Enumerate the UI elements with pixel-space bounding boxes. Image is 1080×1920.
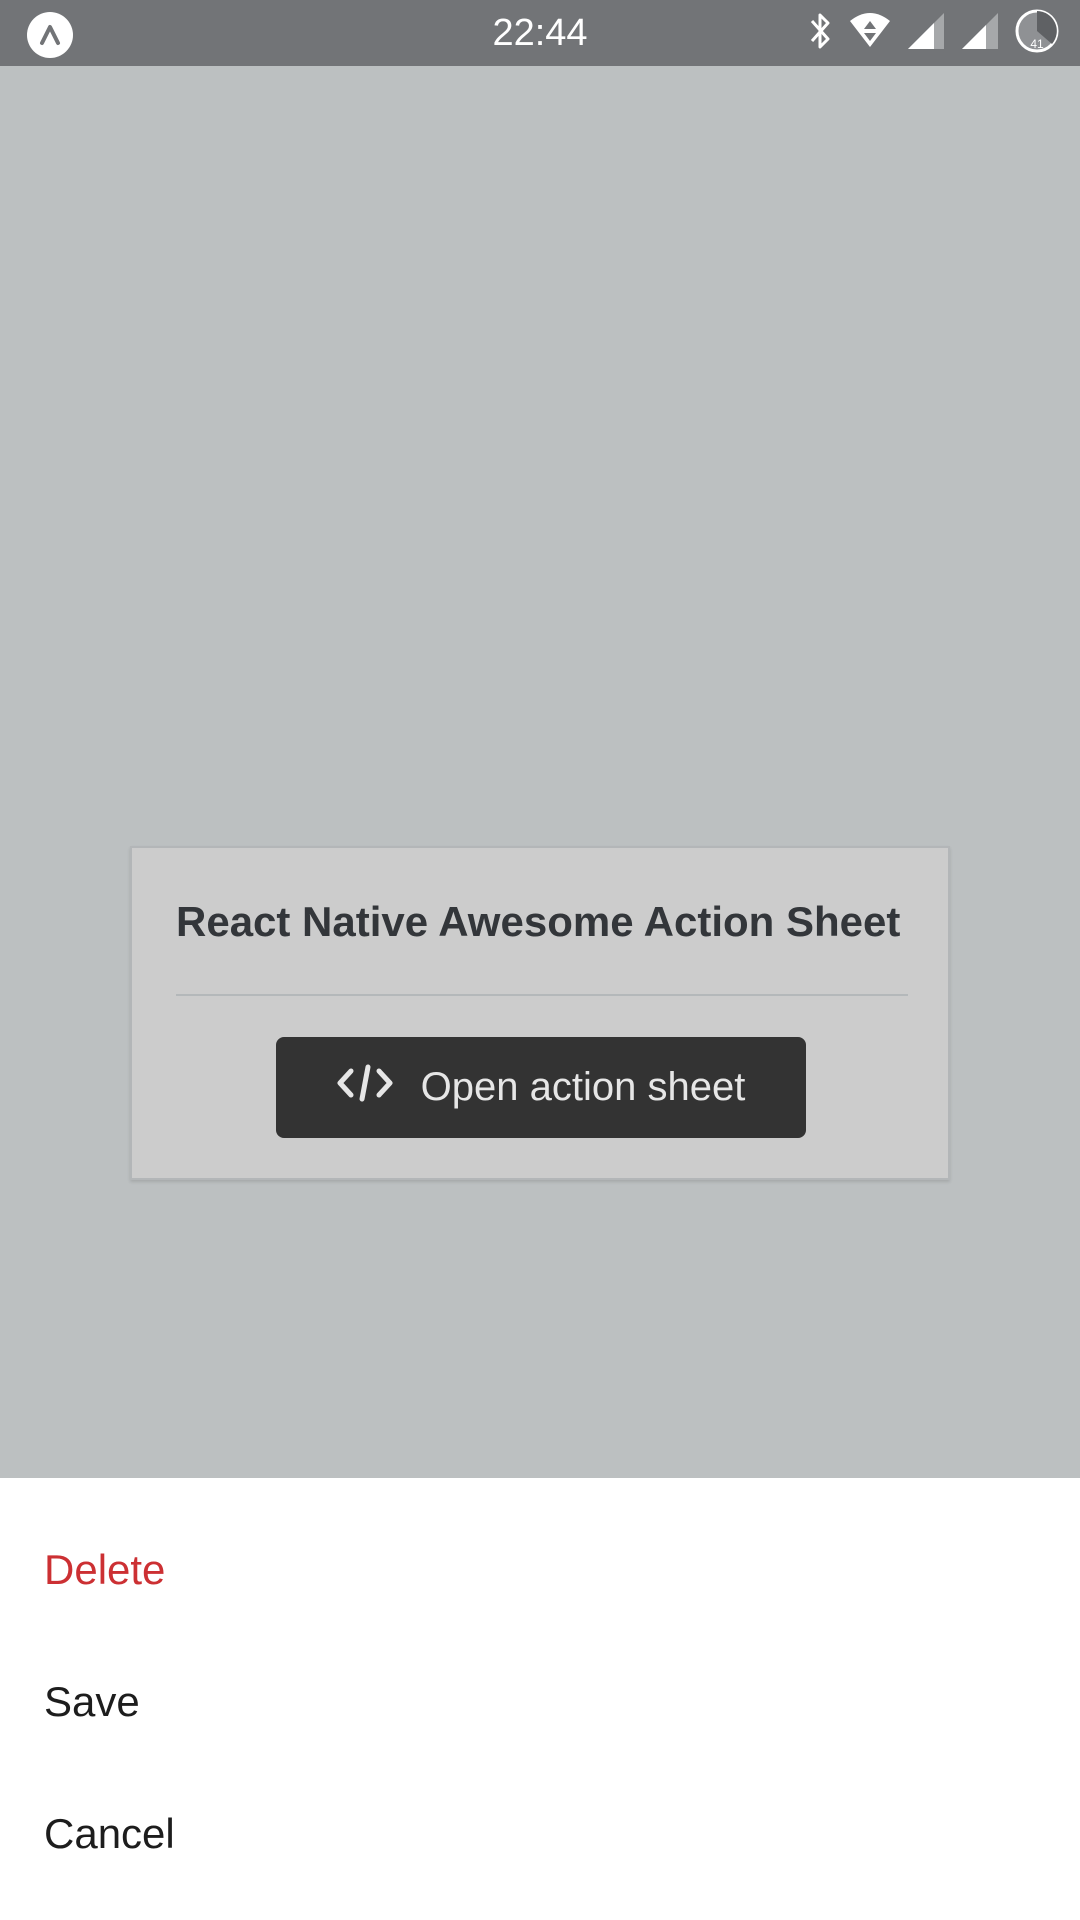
card-divider <box>176 994 908 996</box>
code-icon <box>337 1063 393 1113</box>
battery-level: 41 <box>1030 37 1044 51</box>
action-save-label: Save <box>44 1678 140 1725</box>
open-action-sheet-label: Open action sheet <box>420 1065 746 1109</box>
action-delete-label: Delete <box>44 1546 166 1593</box>
action-delete[interactable]: Delete <box>0 1504 1080 1636</box>
status-icons: 41 <box>794 8 1060 58</box>
wifi-icon <box>848 11 892 56</box>
signal-icon <box>960 11 1000 56</box>
backdrop-overlay[interactable] <box>0 66 1080 1478</box>
battery-icon: 41 <box>1014 8 1060 59</box>
action-sheet: Delete Save Cancel <box>0 1478 1080 1920</box>
demo-card: React Native Awesome Action Sheet Open a… <box>130 846 950 1180</box>
action-cancel[interactable]: Cancel <box>0 1768 1080 1900</box>
card-title: React Native Awesome Action Sheet <box>176 898 901 945</box>
open-action-sheet-button[interactable]: Open action sheet <box>276 1037 806 1138</box>
action-cancel-label: Cancel <box>44 1810 175 1857</box>
status-bar: 22:44 41 <box>0 0 1080 66</box>
action-save[interactable]: Save <box>0 1636 1080 1768</box>
signal-icon <box>906 11 946 56</box>
bluetooth-icon <box>808 11 834 56</box>
